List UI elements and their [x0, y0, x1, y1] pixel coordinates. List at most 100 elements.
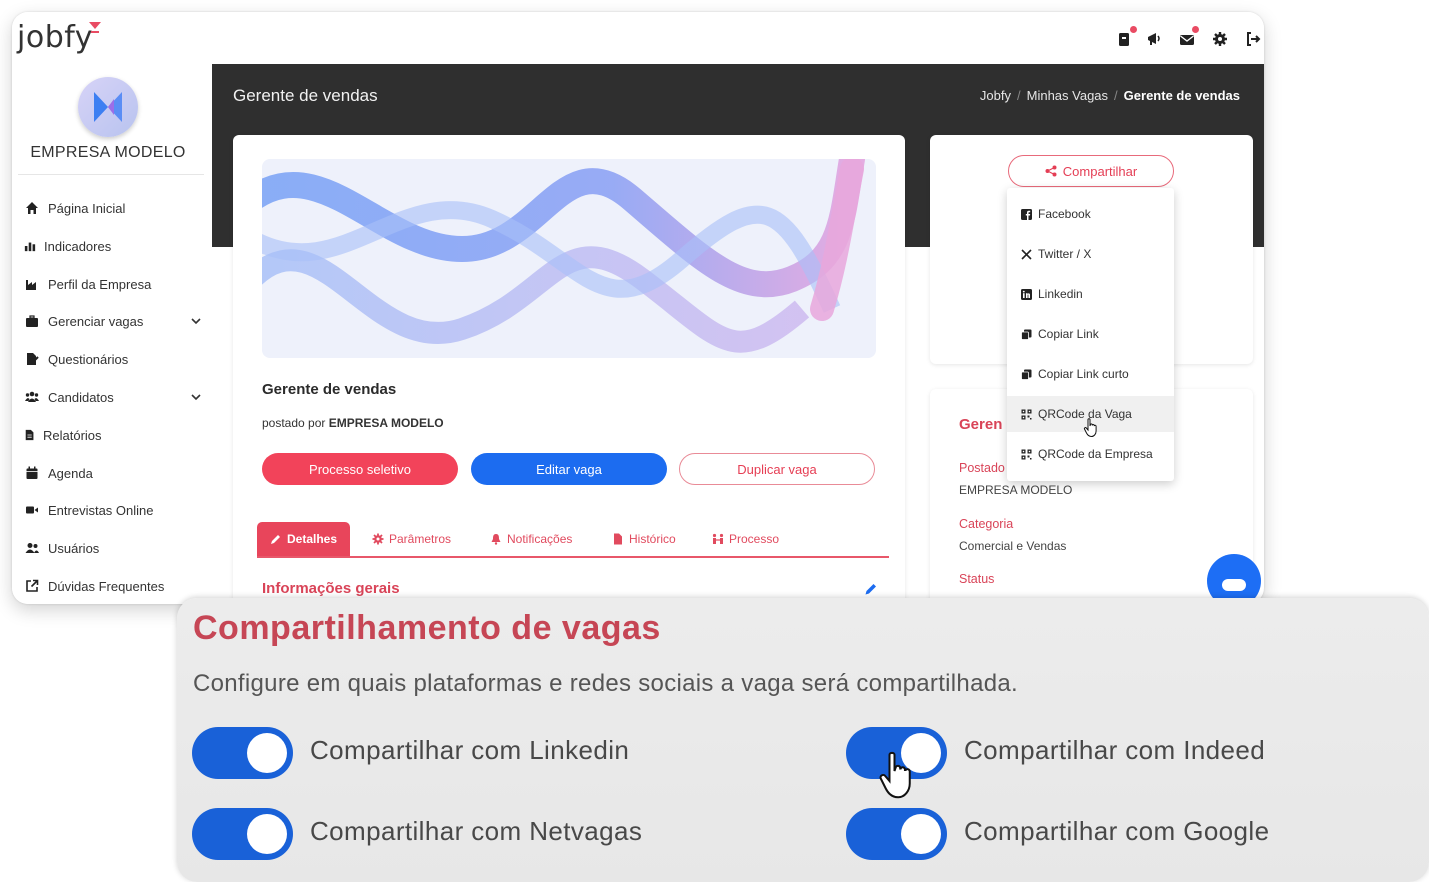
jobfy-logo[interactable]: jobfy [17, 20, 93, 55]
user-group-icon [24, 540, 40, 556]
menu-item-label: Copiar Link [1038, 327, 1099, 341]
pencil-icon [271, 535, 280, 544]
sidebar-item-agenda[interactable]: Agenda [24, 459, 204, 487]
wave-illustration [262, 159, 865, 353]
sidebar-item-pagina-inicial[interactable]: Página Inicial [24, 194, 204, 222]
sidebar-item-relatorios[interactable]: Relatórios [24, 421, 204, 449]
app-window: jobfy EMPRESA MODELO Página Inicial Indi… [12, 12, 1264, 604]
sidebar-item-label: Entrevistas Online [48, 502, 154, 518]
sidebar-item-label: Gerenciar vagas [48, 313, 144, 329]
chevron-down-icon[interactable] [190, 391, 202, 403]
posted-by: postado por EMPRESA MODELO [262, 416, 444, 430]
settings-title: Compartilhamento de vagas [193, 609, 661, 647]
toggle-knob [247, 733, 287, 773]
tab-parametros[interactable]: Parâmetros [372, 522, 451, 556]
job-banner-image [262, 159, 876, 358]
edit-pencil-icon[interactable] [864, 582, 878, 596]
gear-icon [372, 533, 384, 545]
sidebar-item-perfil-da-empresa[interactable]: Perfil da Empresa [24, 270, 204, 298]
sidebar-item-label: Dúvidas Frequentes [48, 578, 165, 594]
menu-item-label: Twitter / X [1038, 247, 1092, 261]
gear-icon[interactable] [1211, 30, 1229, 48]
breadcrumb-item-jobfy[interactable]: Jobfy [980, 88, 1011, 103]
compartilhar-button[interactable]: Compartilhar [1008, 155, 1174, 187]
tab-processo[interactable]: Processo [712, 522, 779, 556]
menu-item-qrcode-da-empresa[interactable]: QRCode da Empresa [1007, 436, 1174, 472]
breadcrumb-separator: / [1017, 88, 1021, 103]
sidebar-item-label: Relatórios [43, 427, 102, 443]
sidebar-item-label: Questionários [48, 351, 129, 367]
tab-label: Detalhes [287, 532, 338, 546]
menu-item-copiar-link-curto[interactable]: Copiar Link curto [1007, 356, 1174, 392]
posted-by-company: EMPRESA MODELO [328, 416, 444, 430]
menu-item-label: Copiar Link curto [1038, 367, 1129, 381]
breadcrumb-item-minhas-vagas[interactable]: Minhas Vagas [1027, 88, 1108, 103]
stage: jobfy EMPRESA MODELO Página Inicial Indi… [0, 0, 1429, 882]
copy-icon [1021, 369, 1032, 380]
sidebar-item-gerenciar-vagas[interactable]: Gerenciar vagas [24, 307, 204, 335]
mail-icon[interactable] [1178, 26, 1199, 48]
file-icon [24, 427, 36, 443]
info-posted-label: Postado [959, 461, 1005, 475]
sidebar-item-duvidas-frequentes[interactable]: Dúvidas Frequentes [24, 572, 204, 600]
company-avatar[interactable] [78, 77, 138, 137]
logout-icon[interactable] [1244, 30, 1262, 48]
notification-dot [1130, 26, 1137, 33]
toggle-linkedin[interactable] [192, 727, 293, 779]
sidebar-item-usuarios[interactable]: Usuários [24, 534, 204, 562]
chart-icon [24, 238, 36, 254]
tab-label: Histórico [629, 532, 676, 546]
sidebar-item-label: Usuários [48, 540, 100, 556]
notification-dot [1192, 26, 1199, 33]
tab-label: Parâmetros [389, 532, 452, 546]
sidebar-item-label: Agenda [48, 465, 93, 481]
tab-detalhes[interactable]: Detalhes [257, 522, 351, 556]
toggle-knob [901, 814, 941, 854]
calendar-icon [24, 465, 40, 481]
breadcrumb: Jobfy / Minhas Vagas / Gerente de vendas [980, 88, 1240, 103]
tab-notificacoes[interactable]: Notificações [490, 522, 572, 556]
hand-cursor-icon [1083, 418, 1097, 438]
page-title: Gerente de vendas [233, 86, 378, 105]
chat-bubble-icon [1222, 579, 1246, 591]
logo-mark-bar-icon [91, 31, 99, 33]
breadcrumb-item-current: Gerente de vendas [1123, 88, 1240, 103]
sidebar-item-label: Candidatos [48, 389, 114, 405]
processo-seletivo-button[interactable]: Processo seletivo [262, 453, 458, 485]
external-link-icon [24, 578, 40, 594]
compartilhar-label: Compartilhar [1062, 163, 1138, 179]
sidebar-item-candidatos[interactable]: Candidatos [24, 383, 204, 411]
sidebar-item-entrevistas-online[interactable]: Entrevistas Online [24, 496, 204, 524]
editar-vaga-button[interactable]: Editar vaga [471, 453, 667, 485]
job-card: Gerente de vendas postado por EMPRESA MO… [233, 135, 905, 604]
bell-icon [491, 534, 501, 545]
tab-historico[interactable]: Histórico [612, 522, 676, 556]
duplicar-vaga-button[interactable]: Duplicar vaga [679, 453, 875, 485]
toggle-netvagas[interactable] [192, 808, 293, 860]
breadcrumb-separator: / [1114, 88, 1118, 103]
menu-item-twitter-x[interactable]: Twitter / X [1007, 236, 1174, 272]
chevron-down-icon[interactable] [190, 315, 202, 327]
tab-label: Notificações [507, 532, 573, 546]
qrcode-icon [1021, 409, 1032, 419]
sidebar-item-label: Página Inicial [48, 200, 126, 216]
linkedin-icon [1021, 288, 1032, 300]
people-arrows-icon [712, 533, 724, 544]
toggle-label-linkedin: Compartilhar com Linkedin [310, 735, 630, 765]
job-tabs: Detalhes Parâmetros Notificações Históri… [257, 522, 889, 558]
sharing-settings-panel: Compartilhamento de vagas Configure em q… [177, 598, 1429, 882]
megaphone-icon[interactable] [1145, 30, 1163, 48]
menu-item-copiar-link[interactable]: Copiar Link [1007, 316, 1174, 352]
info-status-label: Status [959, 572, 995, 586]
chat-button[interactable] [1207, 554, 1261, 604]
toggle-google[interactable] [846, 808, 947, 860]
briefcase-icon[interactable] [1116, 26, 1137, 48]
sidebar-item-questionarios[interactable]: Questionários [24, 345, 204, 373]
menu-item-facebook[interactable]: Facebook [1007, 196, 1174, 232]
sidebar-item-label: Indicadores [44, 238, 112, 254]
industry-icon [24, 276, 40, 292]
sidebar: EMPRESA MODELO Página Inicial Indicadore… [12, 64, 212, 604]
menu-item-linkedin[interactable]: Linkedin [1007, 276, 1174, 312]
sidebar-item-indicadores[interactable]: Indicadores [24, 232, 204, 260]
facebook-icon [1021, 208, 1032, 220]
